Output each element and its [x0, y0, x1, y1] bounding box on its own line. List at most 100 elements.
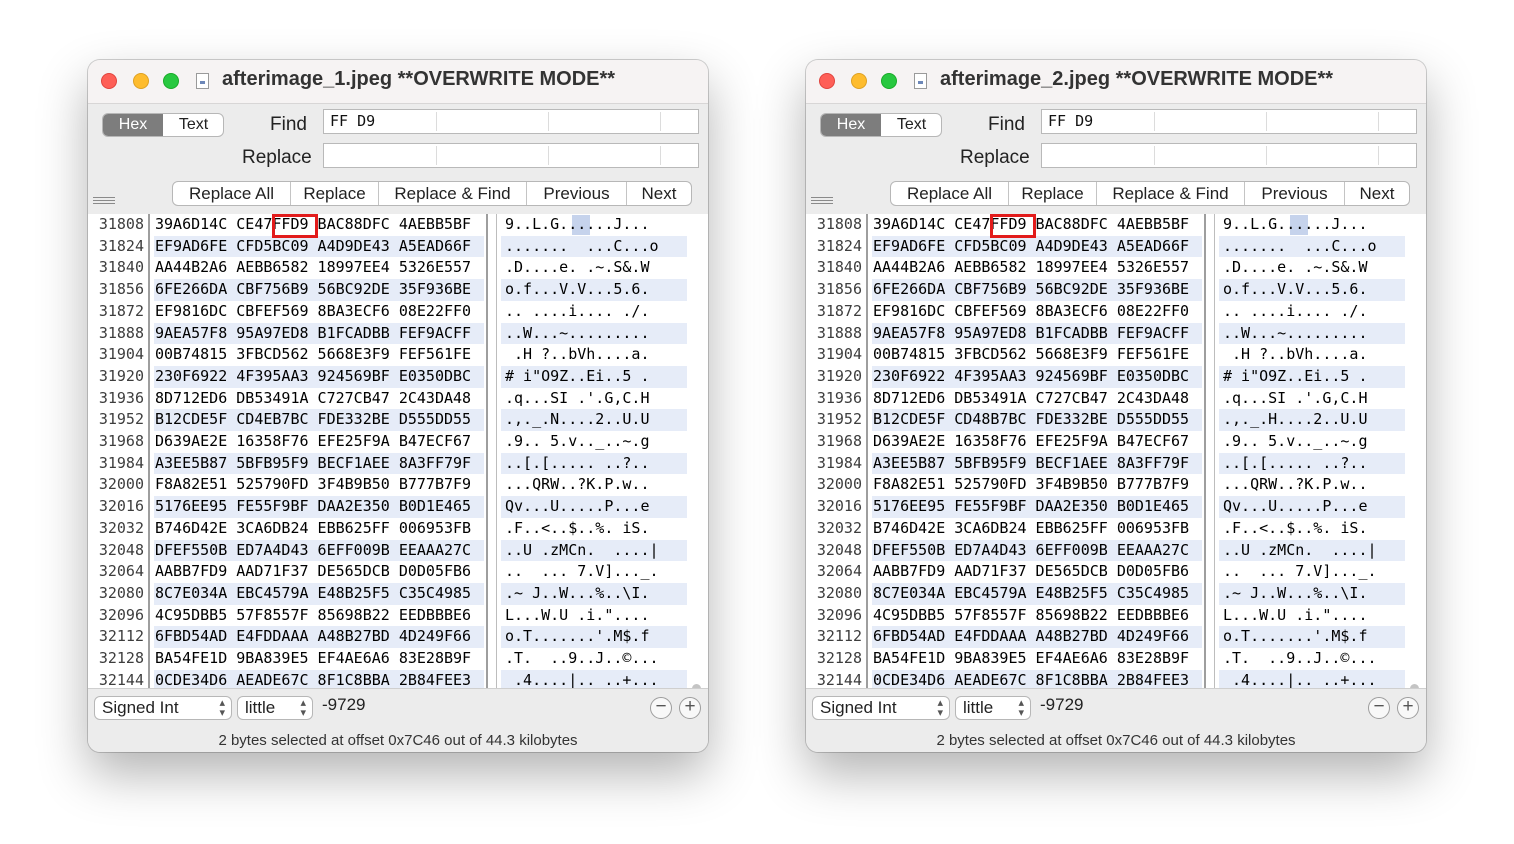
hex-row[interactable]: 31824 EF9AD6FE CFD5BC09 A4D9DE43 A5EAD66F… — [806, 235, 1426, 258]
previous-button[interactable]: Previous — [1245, 182, 1345, 205]
row-ascii[interactable]: ..[.[..... ..?.. — [501, 452, 687, 475]
row-hex-bytes[interactable]: B12CDE5F CD48B7BC FDE332BE D555DD55 — [872, 409, 1202, 431]
hex-row[interactable]: 32144 0CDE34D6 AEADE67C 8F1C8BBA 2B84FEE3… — [806, 669, 1426, 688]
row-ascii[interactable]: .~ J..W...%..\I. — [501, 582, 687, 605]
row-hex-bytes[interactable]: D639AE2E 16358F76 EFE25F9A B47ECF67 — [872, 431, 1202, 453]
row-hex-bytes[interactable]: EF9816DC CBFEF569 8BA3ECF6 08E22FF0 — [872, 301, 1202, 323]
row-hex-bytes[interactable]: EF9816DC CBFEF569 8BA3ECF6 08E22FF0 — [154, 301, 484, 323]
row-ascii[interactable]: ..U .zMCn. ....| — [501, 539, 687, 562]
hex-row[interactable]: 32064 AABB7FD9 AAD71F37 DE565DCB D0D05FB6… — [88, 561, 708, 583]
close-button[interactable] — [101, 73, 117, 89]
row-ascii[interactable]: .,._.H....2..U.U — [1219, 409, 1405, 431]
close-button[interactable] — [819, 73, 835, 89]
row-hex-bytes[interactable]: 0CDE34D6 AEADE67C 8F1C8BBA 2B84FEE3 — [872, 669, 1202, 688]
row-hex-bytes[interactable]: 6FBD54AD E4FDDAAA A48B27BD 4D249F66 — [154, 626, 484, 648]
row-hex-bytes[interactable]: 8D712ED6 DB53491A C727CB47 2C43DA48 — [154, 388, 484, 410]
hex-mode-button[interactable]: Hex — [821, 114, 881, 136]
row-hex-bytes[interactable]: BA54FE1D 9BA839E5 EF4AE6A6 83E28B9F — [872, 648, 1202, 670]
row-hex-bytes[interactable]: BA54FE1D 9BA839E5 EF4AE6A6 83E28B9F — [154, 648, 484, 670]
row-ascii[interactable]: .D....e. .~.S&.W — [1219, 257, 1405, 279]
hex-row[interactable]: 31920 230F6922 4F395AA3 924569BF E0350DBC… — [806, 365, 1426, 388]
hex-row[interactable]: 31952 B12CDE5F CD4EB7BC FDE332BE D555DD55… — [88, 409, 708, 431]
minimize-button[interactable] — [851, 73, 867, 89]
row-hex-bytes[interactable]: A3EE5B87 5BFB95F9 BECF1AEE 8A3FF79F — [154, 452, 484, 475]
find-input[interactable]: FF D9 — [1041, 109, 1417, 134]
row-ascii[interactable]: 9..L.G......J... — [1219, 214, 1405, 236]
hex-row[interactable]: 32096 4C95DBB5 57F8557F 85698B22 EEDBBBE6… — [88, 605, 708, 627]
hex-row[interactable]: 32112 6FBD54AD E4FDDAAA A48B27BD 4D249F66… — [806, 626, 1426, 648]
hex-row[interactable]: 31872 EF9816DC CBFEF569 8BA3ECF6 08E22FF0… — [806, 301, 1426, 323]
row-ascii[interactable]: Qv...U.....P...e — [501, 496, 687, 518]
row-ascii[interactable]: .T. ..9..J..©... — [501, 648, 687, 670]
row-ascii[interactable]: .D....e. .~.S&.W — [501, 257, 687, 279]
title-bar[interactable]: afterimage_1.jpeg **OVERWRITE MODE** — [88, 60, 708, 104]
hex-row[interactable]: 31840 AA44B2A6 AEBB6582 18997EE4 5326E557… — [806, 257, 1426, 279]
replace-input[interactable] — [323, 143, 699, 168]
row-ascii[interactable]: Qv...U.....P...e — [1219, 496, 1405, 518]
row-hex-bytes[interactable]: DFEF550B ED7A4D43 6EFF009B EEAAA27C — [154, 539, 484, 562]
row-ascii[interactable]: .. ... 7.V]..._. — [501, 561, 687, 583]
replace-all-button[interactable]: Replace All — [891, 182, 1009, 205]
hex-row[interactable]: 31824 EF9AD6FE CFD5BC09 A4D9DE43 A5EAD66F… — [88, 235, 708, 258]
hex-row[interactable]: 31968 D639AE2E 16358F76 EFE25F9A B47ECF67… — [806, 431, 1426, 453]
row-hex-bytes[interactable]: 6FE266DA CBF756B9 56BC92DE 35F936BE — [872, 279, 1202, 301]
row-ascii[interactable]: .T. ..9..J..©... — [1219, 648, 1405, 670]
row-ascii[interactable]: .H ?..bVh....a. — [1219, 344, 1405, 366]
hex-view[interactable]: 31808 39A6D14C CE47FFD9 BAC88DFC 4AEBB5BF… — [88, 214, 708, 688]
row-ascii[interactable]: .,._.N....2..U.U — [501, 409, 687, 431]
replace-and-find-button[interactable]: Replace & Find — [379, 182, 527, 205]
row-ascii[interactable]: ..W...~......... — [1219, 322, 1405, 345]
row-ascii[interactable]: ....... ...C...o — [501, 235, 687, 258]
row-ascii[interactable]: ..W...~......... — [501, 322, 687, 345]
row-hex-bytes[interactable]: 4C95DBB5 57F8557F 85698B22 EEDBBBE6 — [872, 605, 1202, 627]
row-hex-bytes[interactable]: 8C7E034A EBC4579A E48B25F5 C35C4985 — [154, 582, 484, 605]
next-button[interactable]: Next — [1345, 182, 1409, 205]
row-hex-bytes[interactable]: 6FE266DA CBF756B9 56BC92DE 35F936BE — [154, 279, 484, 301]
row-hex-bytes[interactable]: 8C7E034A EBC4579A E48B25F5 C35C4985 — [872, 582, 1202, 605]
data-type-select[interactable]: Signed Int ▴ ▾ — [812, 696, 950, 720]
hex-row[interactable]: 31936 8D712ED6 DB53491A C727CB47 2C43DA48… — [806, 388, 1426, 410]
hex-row[interactable]: 31984 A3EE5B87 5BFB95F9 BECF1AEE 8A3FF79F… — [806, 452, 1426, 475]
row-hex-bytes[interactable]: 39A6D14C CE47FFD9 BAC88DFC 4AEBB5BF — [154, 214, 484, 236]
plus-button[interactable]: + — [1397, 697, 1419, 719]
row-hex-bytes[interactable]: 5176EE95 FE55F9BF DAA2E350 B0D1E465 — [154, 496, 484, 518]
row-ascii[interactable]: L...W.U .i.".... — [1219, 605, 1405, 627]
hex-row[interactable]: 31808 39A6D14C CE47FFD9 BAC88DFC 4AEBB5BF… — [88, 214, 708, 236]
row-ascii[interactable]: ....... ...C...o — [1219, 235, 1405, 258]
find-input[interactable]: FF D9 — [323, 109, 699, 134]
row-hex-bytes[interactable]: 230F6922 4F395AA3 924569BF E0350DBC — [154, 365, 484, 388]
row-ascii[interactable]: o.f...V.V...5.6. — [501, 279, 687, 301]
drag-handle-icon[interactable] — [93, 197, 115, 207]
hex-row[interactable]: 32096 4C95DBB5 57F8557F 85698B22 EEDBBBE6… — [806, 605, 1426, 627]
row-hex-bytes[interactable]: F8A82E51 525790FD 3F4B9B50 B777B7F9 — [872, 474, 1202, 496]
row-hex-bytes[interactable]: EF9AD6FE CFD5BC09 A4D9DE43 A5EAD66F — [872, 235, 1202, 258]
row-ascii[interactable]: .. ... 7.V]..._. — [1219, 561, 1405, 583]
row-hex-bytes[interactable]: AABB7FD9 AAD71F37 DE565DCB D0D05FB6 — [154, 561, 484, 583]
replace-button[interactable]: Replace — [1009, 182, 1097, 205]
hex-row[interactable]: 31936 8D712ED6 DB53491A C727CB47 2C43DA48… — [88, 388, 708, 410]
row-ascii[interactable]: ..U .zMCn. ....| — [1219, 539, 1405, 562]
mode-segmented-control[interactable]: Hex Text — [102, 113, 224, 137]
row-hex-bytes[interactable]: 9AEA57F8 95A97ED8 B1FCADBB FEF9ACFF — [872, 322, 1202, 345]
hex-row[interactable]: 32112 6FBD54AD E4FDDAAA A48B27BD 4D249F66… — [88, 626, 708, 648]
hex-mode-button[interactable]: Hex — [103, 114, 163, 136]
row-hex-bytes[interactable]: 4C95DBB5 57F8557F 85698B22 EEDBBBE6 — [154, 605, 484, 627]
row-ascii[interactable]: # i"O9Z..Ei..5 . — [1219, 365, 1405, 388]
hex-row[interactable]: 31840 AA44B2A6 AEBB6582 18997EE4 5326E557… — [88, 257, 708, 279]
row-ascii[interactable]: o.T.......'.M$.f — [501, 626, 687, 648]
data-type-select[interactable]: Signed Int ▴ ▾ — [94, 696, 232, 720]
row-hex-bytes[interactable]: B12CDE5F CD4EB7BC FDE332BE D555DD55 — [154, 409, 484, 431]
row-ascii[interactable]: .H ?..bVh....a. — [501, 344, 687, 366]
row-ascii[interactable]: .9.. 5.v.._..~.g — [501, 431, 687, 453]
hex-row[interactable]: 32048 DFEF550B ED7A4D43 6EFF009B EEAAA27C… — [806, 539, 1426, 562]
hex-row[interactable]: 31904 00B74815 3FBCD562 5668E3F9 FEF561FE… — [806, 344, 1426, 366]
hex-row[interactable]: 31888 9AEA57F8 95A97ED8 B1FCADBB FEF9ACFF… — [806, 322, 1426, 345]
row-hex-bytes[interactable]: 00B74815 3FBCD562 5668E3F9 FEF561FE — [872, 344, 1202, 366]
zoom-button[interactable] — [163, 73, 179, 89]
minus-button[interactable]: − — [1368, 697, 1390, 719]
hex-row[interactable]: 31984 A3EE5B87 5BFB95F9 BECF1AEE 8A3FF79F… — [88, 452, 708, 475]
row-ascii[interactable]: .q...SI .'.G,C.H — [1219, 388, 1405, 410]
row-hex-bytes[interactable]: B746D42E 3CA6DB24 EBB625FF 006953FB — [872, 518, 1202, 540]
row-hex-bytes[interactable]: A3EE5B87 5BFB95F9 BECF1AEE 8A3FF79F — [872, 452, 1202, 475]
hex-row[interactable]: 31808 39A6D14C CE47FFD9 BAC88DFC 4AEBB5BF… — [806, 214, 1426, 236]
